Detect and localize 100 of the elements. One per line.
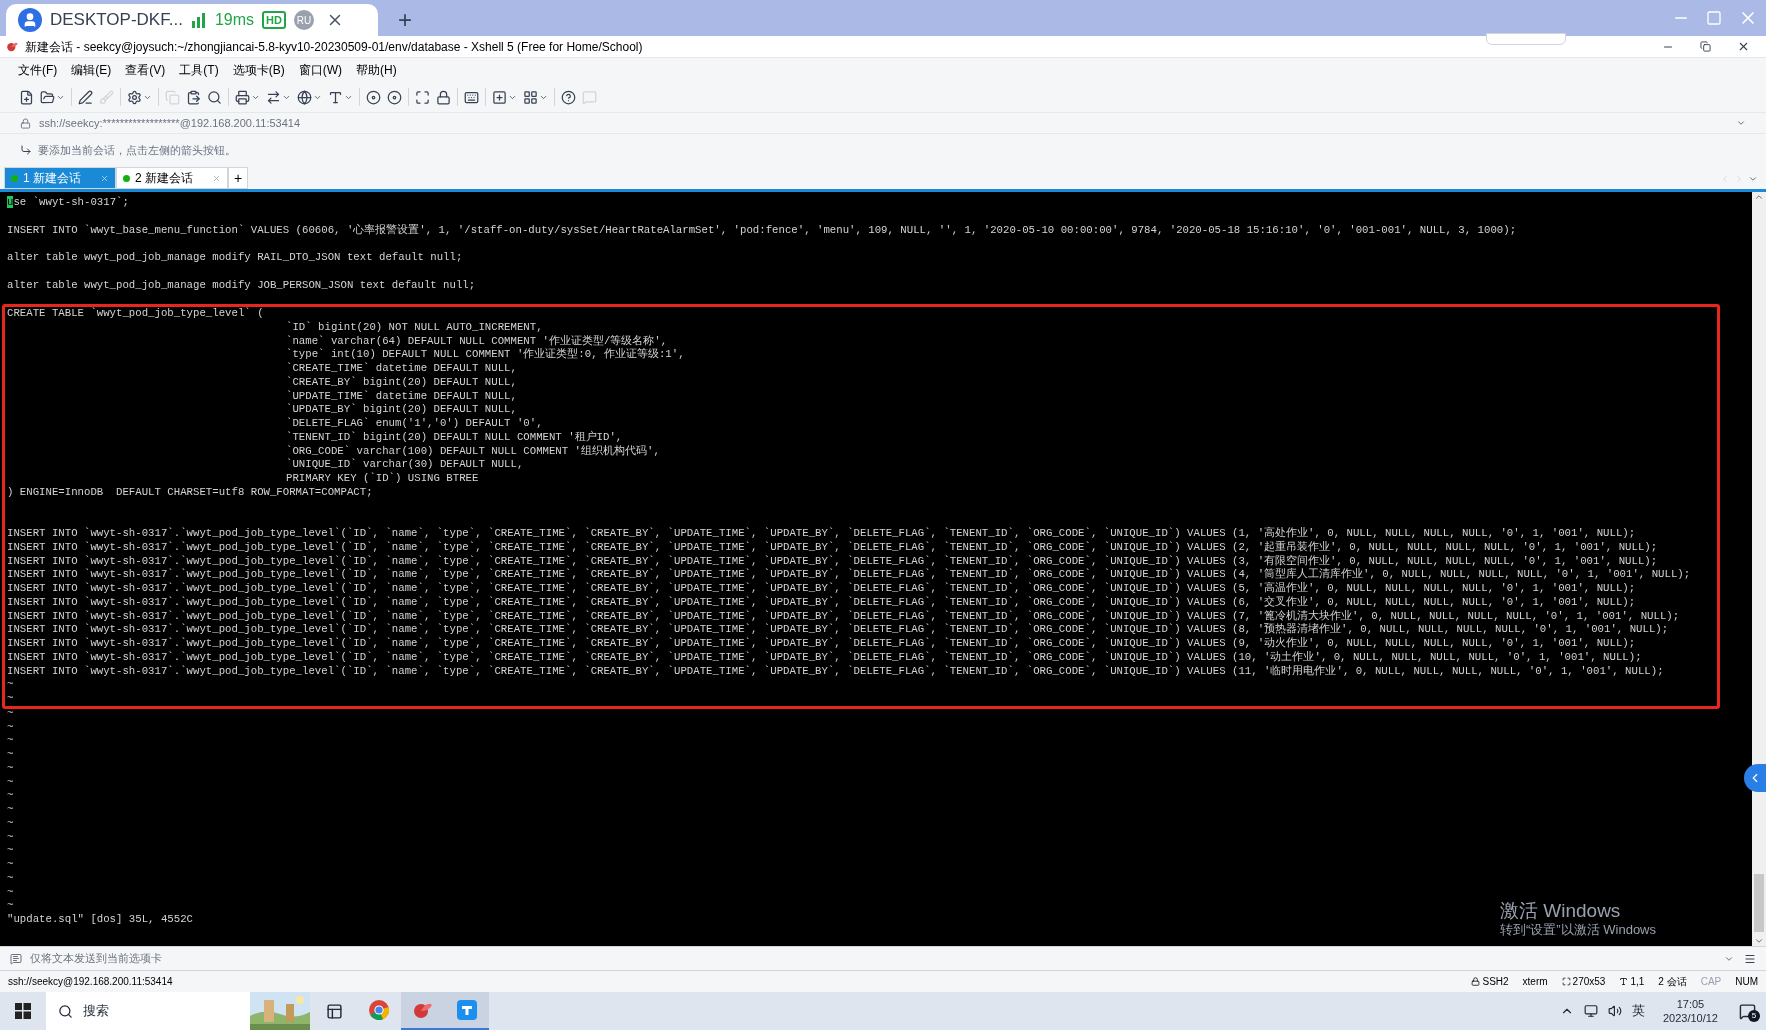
network-icon[interactable]	[1583, 1004, 1598, 1018]
scroll-down-icon[interactable]	[1754, 936, 1764, 946]
terminal-line: `UPDATE_BY` bigint(20) DEFAULT NULL,	[286, 403, 517, 417]
shell-logo-icon	[6, 40, 19, 53]
browser-icon	[368, 999, 390, 1021]
terminal-line: `DELETE_FLAG` enum('1','0') DEFAULT '0',	[286, 417, 543, 431]
menu-item[interactable]: 帮助(H)	[354, 61, 399, 79]
session-tab[interactable]: 1 新建会话	[4, 167, 116, 189]
terminal-line: ) ENGINE=InnoDB DEFAULT CHARSET=utf8 ROW_FORMAT=COMPACT;	[7, 485, 373, 500]
terminal-type-text: xterm	[1522, 975, 1548, 989]
scroll-up-icon[interactable]	[1754, 192, 1764, 202]
signal-icon	[190, 12, 207, 28]
menu-item[interactable]: 编辑(E)	[69, 61, 114, 79]
input-method-text[interactable]: 英	[1631, 1001, 1645, 1021]
menu-item[interactable]: 窗口(W)	[296, 61, 344, 79]
transfer-icon	[266, 89, 281, 105]
search-icon	[207, 89, 222, 105]
key-indicator: CAP	[1700, 975, 1722, 989]
empty-line-marker: ~	[7, 692, 14, 706]
remote-app-icon	[456, 999, 478, 1021]
terminal-line: alter table wwyt_pod_job_manage modify JOB_PERSON_JSON text default null;	[7, 278, 476, 293]
scrollbar[interactable]	[1752, 192, 1766, 946]
arrow-icon[interactable]	[20, 144, 32, 156]
menu-icon[interactable]	[1744, 952, 1756, 965]
size-text: 270x53	[1572, 975, 1606, 989]
clock-date: 2023/10/12	[1662, 1011, 1718, 1025]
notification-button[interactable]: 5	[1736, 1000, 1758, 1022]
terminal-line: `type` int(10) DEFAULT NULL COMMENT '作业证类型:0, 作业证等级:1',	[286, 348, 685, 362]
protocol-text: SSH2	[1482, 975, 1509, 989]
new-tab-button[interactable]: +	[398, 7, 412, 33]
printer-icon	[235, 89, 250, 105]
lock-icon	[20, 117, 31, 129]
terminal-line: PRIMARY KEY (`ID`) USING BTREE	[286, 472, 479, 486]
empty-line-marker: ~	[7, 706, 14, 721]
search-field[interactable]: 搜索	[83, 1001, 223, 1021]
terminal-line: INSERT INTO `wwyt-sh-0317`.`wwyt_pod_job_type_level`(`ID`, `name`, `type`, `CREATE_TIME`, `CREATE_BY`, `UPDATE_TIME`, `UPDATE_BY`, `DELETE_FLAG`, `TENENT_ID`, `ORG_CODE`, `UNIQUE_ID`) VALUES (10, '动土作业', 0, NULL, NULL, NULL, NULL, '0', 1, '001', NULL);	[7, 650, 1642, 665]
address-text: ssh://seekcy:******************@192.168.200.11:53414	[39, 115, 301, 131]
sessions-text: 2 会话	[1658, 975, 1687, 989]
taskbar-app[interactable]	[401, 992, 445, 1030]
terminal-line: `ORG_CODE` varchar(100) DEFAULT NULL COMMENT '组织机构代码',	[286, 444, 660, 458]
disc-icon	[366, 89, 381, 105]
lock-icon	[436, 89, 451, 105]
close-icon[interactable]	[1737, 40, 1750, 53]
terminal-line: CREATE TABLE `wwyt_pod_job_type_level` (	[7, 307, 264, 321]
cursor-icon	[1619, 977, 1629, 986]
remote-tab[interactable]: DESKTOP-DKF... 19ms HD RU	[6, 4, 378, 36]
session-tab[interactable]: 2 新建会话	[116, 167, 228, 189]
empty-line-marker: ~	[7, 871, 14, 886]
menu-item[interactable]: 查看(V)	[123, 61, 168, 79]
empty-line-marker: ~	[7, 816, 14, 831]
collapse-handle[interactable]	[1744, 764, 1766, 792]
scrollbar-thumb[interactable]	[1754, 874, 1764, 932]
pen-icon	[78, 89, 93, 105]
menu-item[interactable]: 选项卡(B)	[230, 61, 287, 79]
notification-count: 5	[1748, 1010, 1760, 1022]
terminal-line: `CREATE_BY` bigint(20) DEFAULT NULL,	[286, 375, 517, 390]
terminal-line: INSERT INTO `wwyt-sh-0317`.`wwyt_pod_job_type_level`(`ID`, `name`, `type`, `CREATE_TIME`, `CREATE_BY`, `UPDATE_TIME`, `UPDATE_BY`, `DELETE_FLAG`, `TENENT_ID`, `ORG_CODE`, `UNIQUE_ID`) VALUES (1, '高处作业', 0, NULL, NULL, NULL, NULL, '0', 1, '001', NULL);	[7, 527, 1636, 541]
volume-icon[interactable]	[1607, 1004, 1622, 1018]
folder-icon	[40, 89, 55, 105]
terminal-line: use `wwyt-sh-0317`;	[7, 196, 129, 210]
lock-icon	[1471, 977, 1481, 986]
terminal-line: `TENENT_ID` bigint(20) DEFAULT NULL COMMENT '租户ID',	[286, 430, 623, 445]
add-icon	[492, 89, 507, 105]
terminal-line: `UNIQUE_ID` varchar(30) DEFAULT NULL,	[286, 458, 524, 472]
layout-icon	[523, 89, 538, 105]
task-view-icon[interactable]	[326, 1002, 343, 1020]
terminal-line: INSERT INTO `wwyt-sh-0317`.`wwyt_pod_job_type_level`(`ID`, `name`, `type`, `CREATE_TIME`, `CREATE_BY`, `UPDATE_TIME`, `UPDATE_BY`, `DELETE_FLAG`, `TENENT_ID`, `ORG_CODE`, `UNIQUE_ID`) VALUES (3, '有限空间作业', 0, NULL, NULL, NULL, NULL, '0', 1, '001', NULL);	[7, 554, 1658, 568]
font-icon	[328, 89, 343, 105]
empty-line-marker: ~	[7, 789, 14, 803]
brush-icon	[99, 89, 114, 105]
empty-line-marker: ~	[7, 775, 14, 790]
search-box[interactable]: 搜索	[46, 992, 310, 1030]
dropdown-icon[interactable]	[1736, 118, 1746, 128]
hint-text: 要添加当前会话，点击左侧的箭头按钮。	[38, 142, 236, 158]
key-indicator: NUM	[1735, 975, 1758, 989]
menu-item[interactable]: 文件(F)	[16, 61, 60, 79]
restore-icon[interactable]	[1700, 41, 1711, 52]
help-icon	[561, 89, 576, 105]
empty-line-marker: ~	[7, 899, 14, 913]
terminal-line: INSERT INTO `wwyt-sh-0317`.`wwyt_pod_job_type_level`(`ID`, `name`, `type`, `CREATE_TIME`, `CREATE_BY`, `UPDATE_TIME`, `UPDATE_BY`, `DELETE_FLAG`, `TENENT_ID`, `ORG_CODE`, `UNIQUE_ID`) VALUES (11, '临时用电作业', 0, NULL, NULL, NULL, NULL, '0', 1, '001', NULL);	[7, 664, 1664, 679]
drop-handle-icon[interactable]	[1486, 33, 1566, 45]
cursor-position-text: 1,1	[1630, 975, 1645, 989]
add-tab-button[interactable]: +	[228, 167, 248, 189]
empty-line-marker: ~	[7, 830, 14, 845]
address-bar[interactable]: ssh://seekcy:******************@192.168.200.11:53414	[0, 112, 1766, 134]
user-badge: RU	[293, 10, 314, 30]
taskbar-app[interactable]	[445, 992, 489, 1030]
activation-text: 转到“设置”以激活 Windows	[1500, 922, 1656, 938]
send-input-field[interactable]: 仅将文本发送到当前选项卡	[30, 950, 430, 967]
new-session-icon	[19, 89, 34, 105]
terminal-line: INSERT INTO `wwyt-sh-0317`.`wwyt_pod_job_type_level`(`ID`, `name`, `type`, `CREATE_TIME`, `CREATE_BY`, `UPDATE_TIME`, `UPDATE_BY`, `DELETE_FLAG`, `TENENT_ID`, `ORG_CODE`, `UNIQUE_ID`) VALUES (7, '篦冷机清大块作业', 0, NULL, NULL, NULL, NULL, '0', 1, '001', NULL);	[7, 609, 1680, 623]
file-status-line: "update.sql" [dos] 35L, 4552C	[7, 913, 193, 927]
empty-line-marker: ~	[7, 858, 14, 872]
terminal-line: alter table wwyt_pod_job_manage modify RAIL_DTO_JSON text default null;	[7, 251, 463, 265]
terminal-line: INSERT INTO `wwyt-sh-0317`.`wwyt_pod_job_type_level`(`ID`, `name`, `type`, `CREATE_TIME`, `CREATE_BY`, `UPDATE_TIME`, `UPDATE_BY`, `DELETE_FLAG`, `TENENT_ID`, `ORG_CODE`, `UNIQUE_ID`) VALUES (8, '预热器清堵作业', 0, NULL, NULL, NULL, NULL, '0', 1, '001', NULL);	[7, 623, 1669, 637]
tab-list-icon[interactable]	[1748, 174, 1758, 184]
keyboard-icon	[464, 89, 479, 105]
chat-icon	[582, 89, 597, 105]
empty-line-marker: ~	[7, 748, 14, 762]
menu-item[interactable]: 工具(T)	[177, 61, 221, 79]
